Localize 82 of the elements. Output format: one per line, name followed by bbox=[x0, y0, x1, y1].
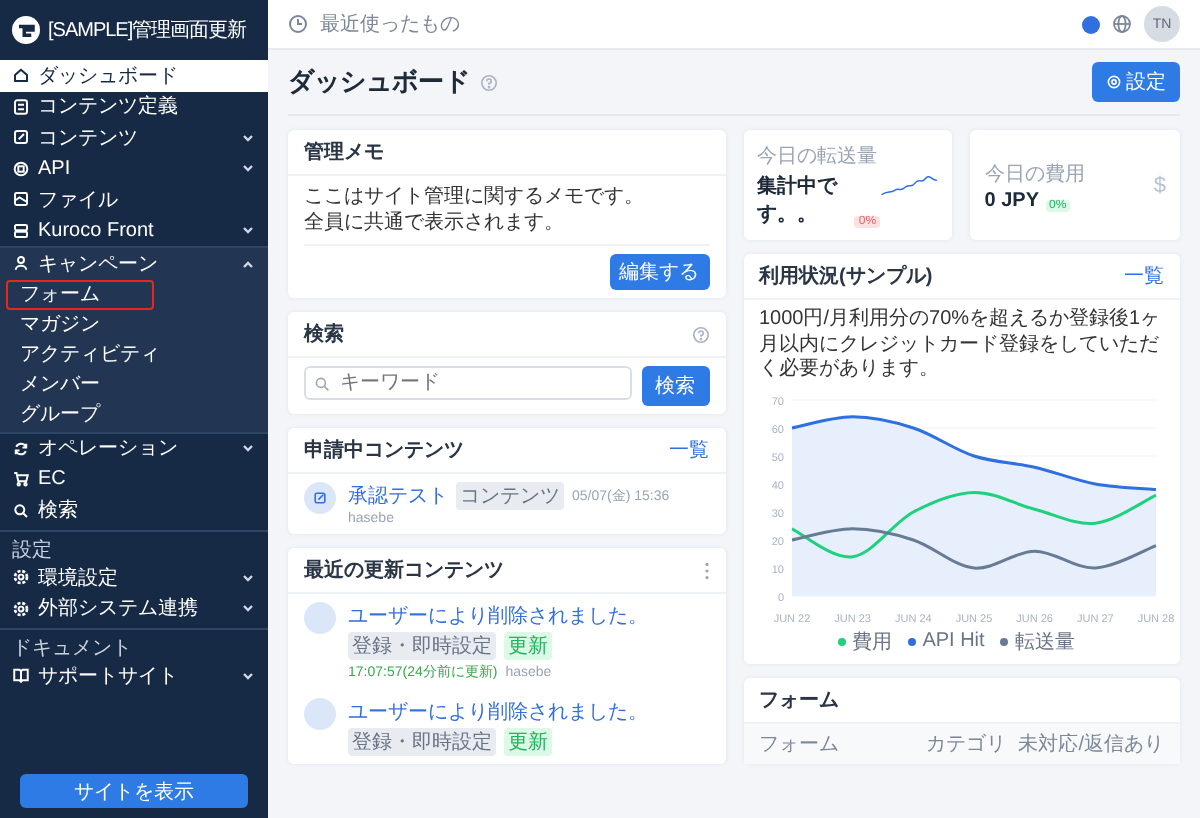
help-icon[interactable] bbox=[480, 73, 498, 91]
sync-icon bbox=[12, 439, 30, 458]
edit-icon bbox=[304, 482, 336, 514]
nav-section-heading: 設定 bbox=[0, 530, 268, 562]
column-header: カテゴリ bbox=[926, 731, 1007, 757]
logo-icon bbox=[12, 16, 40, 44]
site-title: [SAMPLE]管理画面更新 bbox=[48, 17, 247, 44]
stat-value: 集計中です。。 bbox=[757, 173, 840, 228]
settings-button[interactable]: 設定 bbox=[1092, 62, 1180, 102]
stat-label: 今日の転送量 bbox=[757, 144, 879, 170]
view-site-button[interactable]: サイトを表示 bbox=[20, 774, 248, 808]
search-button[interactable]: 検索 bbox=[641, 366, 709, 406]
avatar-placeholder bbox=[304, 602, 336, 634]
usage-note: 1000円/月利用分の70%を超えるか登録後1ヶ月以内にクレジットカード登録をしていただく必要があります。 bbox=[759, 308, 1163, 383]
nav-subitem[interactable]: メンバー bbox=[6, 369, 154, 399]
nav-item[interactable]: ダッシュボード bbox=[0, 60, 268, 91]
content-link[interactable]: ユーザーにより削除されました。 bbox=[348, 698, 648, 726]
card-title: 最近の更新コンテンツ bbox=[304, 556, 504, 584]
card-title: 管理メモ bbox=[304, 139, 384, 166]
book-icon bbox=[12, 666, 30, 685]
avatar-placeholder bbox=[304, 698, 336, 730]
clock-icon bbox=[288, 14, 308, 34]
currency-symbol: $ bbox=[1153, 173, 1166, 197]
nav-item[interactable]: Kuroco Front bbox=[0, 215, 268, 246]
page-title: ダッシュボード bbox=[288, 64, 470, 100]
more-icon[interactable] bbox=[703, 561, 709, 579]
card-title: 利用状況(サンプル) bbox=[759, 262, 933, 290]
legend-label: 費用 bbox=[852, 629, 893, 655]
list-link[interactable]: 一覧 bbox=[669, 436, 709, 464]
content-link[interactable]: 承認テスト bbox=[348, 482, 448, 510]
stat-label: 今日の費用 bbox=[984, 161, 1085, 187]
nav-item[interactable]: サポートサイト bbox=[0, 660, 268, 691]
nav-group-header[interactable]: キャンペーン bbox=[0, 248, 268, 279]
list-icon bbox=[12, 97, 30, 116]
person-icon bbox=[12, 254, 30, 273]
layout-icon bbox=[12, 221, 30, 240]
image-icon bbox=[12, 190, 30, 209]
nav-section-heading: ドキュメント bbox=[0, 628, 268, 660]
nav-subitem[interactable]: アクティビティ bbox=[6, 339, 174, 369]
recent-link[interactable]: 最近使ったもの bbox=[320, 10, 460, 38]
status-tag: 更新 bbox=[504, 632, 552, 660]
nav-item[interactable]: EC bbox=[0, 464, 268, 495]
cart-icon bbox=[12, 470, 30, 489]
stat-value: 0 JPY bbox=[984, 189, 1039, 211]
status-tag: 登録・即時設定 bbox=[348, 728, 496, 756]
column-header: フォーム bbox=[759, 731, 841, 757]
nav-subitem[interactable]: マガジン bbox=[6, 309, 154, 339]
help-icon[interactable] bbox=[691, 325, 709, 343]
column-header: 未対応/返信あり bbox=[1018, 731, 1164, 757]
nav-item[interactable]: API bbox=[0, 153, 268, 184]
nav-item[interactable]: 検索 bbox=[0, 495, 268, 526]
sparkline-drawing bbox=[880, 171, 939, 199]
legend-label: API Hit bbox=[922, 630, 985, 652]
globe-icon[interactable] bbox=[1112, 14, 1132, 34]
nav-item[interactable]: ファイル bbox=[0, 184, 268, 215]
memo-text: ここはサイト管理に関するメモです。 bbox=[304, 184, 644, 210]
search-icon bbox=[12, 501, 30, 520]
keyword-field[interactable]: キーワード bbox=[304, 366, 631, 400]
nav-subitem[interactable]: フォーム bbox=[6, 279, 154, 309]
nav-item[interactable]: 環境設定 bbox=[0, 562, 268, 593]
notification-icon[interactable] bbox=[1082, 15, 1100, 33]
list-link[interactable]: 一覧 bbox=[1124, 262, 1164, 290]
settings-icon bbox=[1106, 74, 1122, 90]
nav-item[interactable]: コンテンツ bbox=[0, 122, 268, 153]
nav-subitem[interactable]: グループ bbox=[6, 399, 154, 429]
legend-label: 転送量 bbox=[1014, 629, 1075, 655]
nav-item[interactable]: 外部システム連携 bbox=[0, 593, 268, 624]
home-icon bbox=[12, 66, 30, 85]
edit-icon bbox=[12, 128, 30, 147]
search-icon bbox=[314, 376, 330, 392]
card-title: 申請中コンテンツ bbox=[304, 437, 464, 464]
memo-text: 全員に共通で表示されます。 bbox=[304, 210, 564, 236]
nav-item[interactable]: コンテンツ定義 bbox=[0, 91, 268, 122]
content-link[interactable]: ユーザーにより削除されました。 bbox=[348, 602, 648, 630]
status-tag: 登録・即時設定 bbox=[348, 632, 496, 660]
chip-icon bbox=[12, 159, 30, 178]
nav-item[interactable]: オペレーション bbox=[0, 433, 268, 464]
card-title: 検索 bbox=[304, 321, 344, 348]
edit-button[interactable]: 編集する bbox=[609, 254, 709, 290]
card-title: フォーム bbox=[759, 687, 839, 713]
category-tag: コンテンツ bbox=[456, 482, 564, 510]
status-tag: 更新 bbox=[504, 728, 552, 756]
